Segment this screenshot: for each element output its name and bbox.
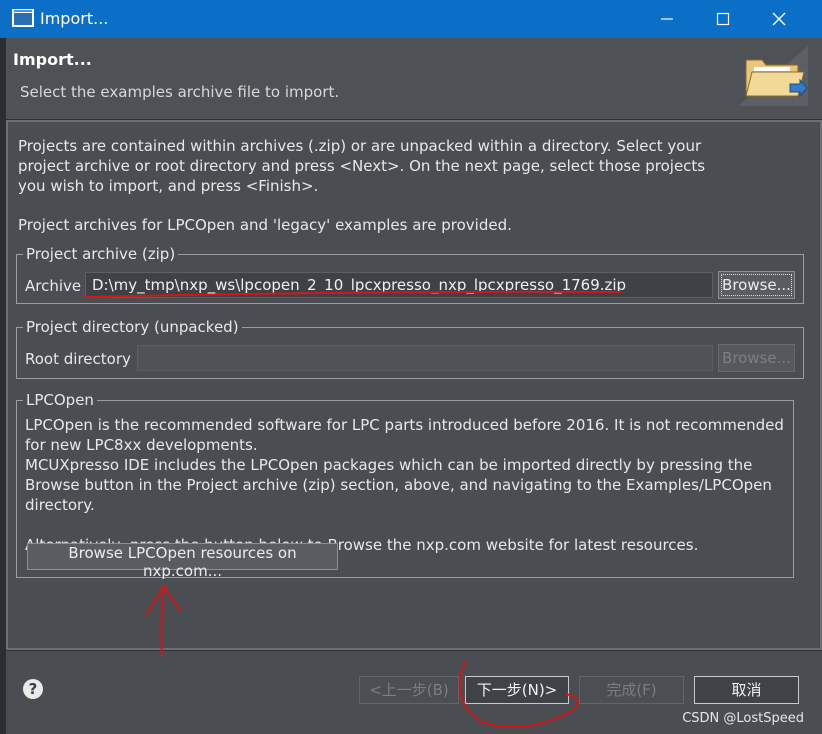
lpcopen-description: LPCOpen is the recommended software for …: [25, 415, 795, 555]
wizard-page-description: Select the examples archive file to impo…: [20, 83, 340, 101]
csdn-watermark: CSDN @LostSpeed: [682, 711, 804, 726]
cancel-button[interactable]: 取消: [694, 676, 799, 704]
minimize-button[interactable]: [639, 0, 695, 38]
directory-browse-button[interactable]: Browse...: [718, 344, 795, 372]
provided-text: Project archives for LPCOpen and 'legacy…: [18, 216, 512, 234]
window-title: Import...: [40, 9, 109, 28]
next-button[interactable]: 下一步(N)>: [465, 676, 569, 704]
help-icon[interactable]: ?: [22, 678, 44, 700]
minimize-icon: [661, 18, 673, 20]
project-directory-legend: Project directory (unpacked): [23, 317, 242, 337]
archive-path-input[interactable]: [85, 272, 713, 298]
intro-text: Projects are contained within archives (…: [18, 137, 706, 195]
project-archive-group: Project archive (zip) Archive Browse...: [16, 244, 804, 304]
app-window-icon: [12, 9, 34, 27]
close-icon: [772, 12, 786, 26]
project-directory-group: Project directory (unpacked) Root direct…: [16, 317, 804, 379]
wizard-header: Import... Select the examples archive fi…: [6, 38, 822, 119]
lpcopen-paragraph-1: LPCOpen is the recommended software for …: [25, 416, 784, 454]
close-button[interactable]: [751, 0, 807, 38]
import-dialog: Import... Select the examples archive fi…: [6, 38, 822, 734]
back-button[interactable]: <上一步(B): [359, 676, 459, 704]
project-archive-legend: Project archive (zip): [23, 244, 179, 264]
wizard-page-title: Import...: [13, 50, 92, 69]
archive-label: Archive: [25, 277, 82, 295]
lpcopen-paragraph-2: MCUXpresso IDE includes the LPCOpen pack…: [25, 456, 772, 514]
window-titlebar: Import...: [0, 0, 822, 38]
root-directory-input[interactable]: [137, 345, 713, 371]
lpcopen-group: LPCOpen LPCOpen is the recommended softw…: [16, 390, 795, 580]
root-directory-label: Root directory: [25, 350, 131, 368]
folder-import-icon: [738, 46, 808, 106]
finish-button[interactable]: 完成(F): [579, 676, 684, 704]
lpcopen-legend: LPCOpen: [23, 390, 97, 410]
svg-text:?: ?: [29, 680, 38, 698]
archive-browse-button[interactable]: Browse...: [718, 271, 795, 299]
footer-separator: [6, 650, 822, 651]
browse-lpcopen-button[interactable]: Browse LPCOpen resources on nxp.com...: [27, 543, 338, 580]
wizard-body: Projects are contained within archives (…: [6, 120, 822, 650]
maximize-button[interactable]: [695, 0, 751, 38]
maximize-icon: [716, 12, 730, 26]
